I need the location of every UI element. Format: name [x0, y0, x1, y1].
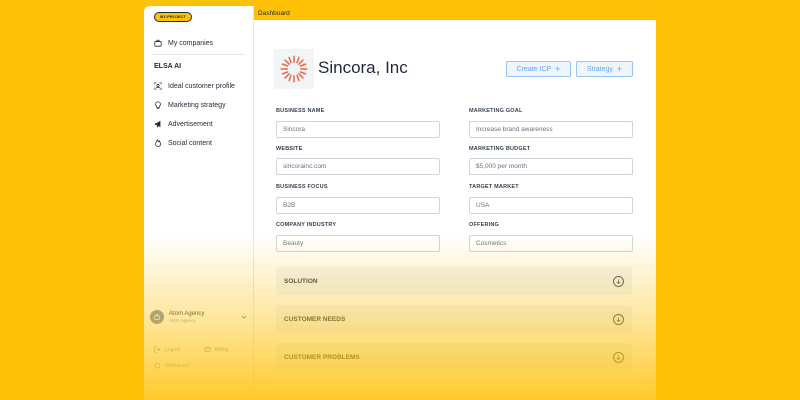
sidebar-item-my-companies[interactable]: My companies	[154, 39, 213, 47]
project-logo[interactable]: MY-PROJECT	[154, 12, 193, 22]
scan-user-icon	[154, 82, 162, 90]
sidebar-item-label: Ideal customer profile	[168, 82, 235, 90]
workspace-label: Workspace	[165, 362, 190, 369]
logout-button[interactable]: Logout	[154, 346, 180, 353]
sidebar-item-marketing-strategy[interactable]: Marketing strategy	[154, 101, 226, 109]
company-industry-label: COMPANY INDUSTRY	[276, 222, 337, 228]
agency-subtitle: Atom Agency	[169, 318, 196, 323]
create-icp-button[interactable]: Create ICP +	[506, 61, 571, 77]
create-icp-label: Create ICP	[516, 65, 552, 73]
strategy-label: Strategy	[586, 65, 613, 73]
company-logo	[274, 49, 314, 89]
billing-button[interactable]: Billing	[204, 346, 228, 353]
sidebar-item-label: My companies	[168, 39, 214, 47]
billing-label: Billing	[215, 346, 229, 353]
sidebar-item-label: Advertisement	[168, 120, 213, 128]
company-name: Sincora, Inc	[318, 58, 408, 77]
logout-label: Logout	[165, 346, 181, 353]
marketing-budget-label: MARKETING BUDGET	[469, 146, 531, 152]
offering-label: OFFERING	[469, 222, 500, 228]
strategy-button[interactable]: Strategy +	[576, 61, 633, 77]
sidebar-item-label: Marketing strategy	[168, 101, 226, 109]
flame-icon	[154, 139, 162, 147]
accordion-title: CUSTOMER PROBLEMS	[284, 353, 360, 361]
agency-switcher[interactable]: Atom Agency Atom Agency	[150, 306, 248, 328]
marketing-budget-input[interactable]: $5,000 per month	[469, 158, 633, 175]
sidebar-section-title: ELSA AI	[154, 63, 182, 70]
arrow-down-circle-icon[interactable]	[613, 275, 624, 287]
workspace-button[interactable]: Workspace	[154, 362, 190, 369]
app-window: MY-PROJECT My companies ELSA AI Ideal cu…	[144, 6, 656, 400]
website-label: WEBSITE	[276, 146, 303, 152]
arrow-down-circle-icon[interactable]	[613, 351, 624, 363]
agency-name: Atom Agency	[169, 311, 205, 317]
sidebar-divider	[152, 54, 245, 55]
business-name-input[interactable]: Sincora	[276, 121, 440, 138]
accordion-title: CUSTOMER NEEDS	[284, 315, 346, 323]
target-market-label: TARGET MARKET	[469, 184, 519, 190]
accordion-customer-needs[interactable]: CUSTOMER NEEDS	[276, 305, 632, 333]
workspace-icon	[154, 362, 161, 369]
plus-icon: +	[555, 64, 561, 74]
billing-icon	[204, 347, 211, 352]
business-focus-input[interactable]: B2B	[276, 197, 440, 214]
plus-icon: +	[616, 64, 623, 74]
accordion-solution[interactable]: SOLUTION	[276, 267, 632, 295]
website-input[interactable]: sincorainc.com	[276, 158, 440, 175]
chevron-down-icon	[241, 315, 247, 319]
sidebar: MY-PROJECT My companies ELSA AI Ideal cu…	[144, 6, 254, 400]
offering-input[interactable]: Cosmetics	[469, 235, 633, 252]
avatar	[150, 310, 164, 324]
marketing-goal-input[interactable]: Increase brand awareness	[469, 121, 633, 138]
accordion-customer-problems[interactable]: CUSTOMER PROBLEMS	[276, 343, 632, 371]
logout-icon	[154, 346, 161, 353]
marketing-goal-label: MARKETING GOAL	[469, 108, 523, 114]
sidebar-item-ideal-customer-profile[interactable]: Ideal customer profile	[154, 82, 235, 90]
megaphone-icon	[154, 120, 162, 128]
company-industry-input[interactable]: Beauty	[276, 235, 440, 252]
business-name-label: BUSINESS NAME	[276, 108, 325, 114]
main-content: Sincora, Inc Create ICP + Strategy + BUS…	[254, 20, 656, 400]
briefcase-icon	[154, 39, 162, 47]
lightbulb-icon	[154, 101, 162, 109]
header-bar: Dashboard	[254, 6, 656, 20]
sidebar-item-advertisement[interactable]: Advertisement	[154, 120, 213, 128]
sidebar-item-social-content[interactable]: Social content	[154, 139, 212, 147]
sidebar-item-label: Social content	[168, 139, 212, 147]
arrow-down-circle-icon[interactable]	[613, 313, 624, 325]
business-focus-label: BUSINESS FOCUS	[276, 184, 328, 190]
target-market-input[interactable]: USA	[469, 197, 633, 214]
sun-logo-icon	[280, 55, 308, 83]
page-title: Dashboard	[258, 9, 290, 17]
accordion-title: SOLUTION	[284, 277, 318, 285]
